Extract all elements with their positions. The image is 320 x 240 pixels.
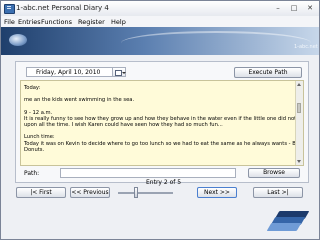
entry-date: Friday, April 10, 2010 — [36, 69, 101, 76]
previous-entry-button[interactable]: << Previous — [70, 187, 110, 198]
last-entry-button[interactable]: Last >| — [253, 187, 303, 198]
menu-file[interactable]: File — [4, 18, 15, 26]
execute-path-button[interactable]: Execute Path — [234, 67, 302, 78]
menu-functions[interactable]: Functions — [41, 18, 72, 26]
first-entry-button[interactable]: |< First — [16, 187, 66, 198]
path-input[interactable] — [60, 168, 236, 178]
scroll-up-icon[interactable] — [297, 83, 301, 86]
diary-app-icon — [4, 4, 15, 14]
text-scrollbar[interactable] — [295, 81, 303, 165]
diary-text-area[interactable]: Today: me an the kids went swimming in th… — [20, 80, 304, 166]
app-window: 1-abc.net Personal Diary 4 – □ ✕ File En… — [0, 0, 320, 240]
entry-counter: Entry 2 of 5 — [146, 179, 182, 186]
header-banner: 1-abc.net — [1, 27, 319, 55]
minimize-icon[interactable]: – — [272, 3, 284, 13]
window-title: 1-abc.net Personal Diary 4 — [16, 4, 109, 12]
maximize-icon[interactable]: □ — [288, 3, 300, 13]
close-icon[interactable]: ✕ — [304, 3, 316, 13]
stack-logo-icon — [263, 207, 310, 235]
menu-register[interactable]: Register — [78, 18, 105, 26]
diary-text-line: Today it was on Kevin to decide where to… — [24, 140, 304, 147]
title-bar[interactable]: 1-abc.net Personal Diary 4 – □ ✕ — [1, 1, 319, 17]
logo-layer — [266, 223, 302, 231]
next-entry-button[interactable]: Next >> — [197, 187, 237, 198]
browse-button[interactable]: Browse — [248, 168, 300, 178]
menu-help[interactable]: Help — [111, 18, 126, 26]
path-label: Path: — [24, 170, 40, 177]
banner-swoosh — [121, 31, 311, 55]
date-picker[interactable]: Friday, April 10, 2010 — [26, 67, 124, 77]
calendar-icon[interactable] — [112, 67, 126, 77]
menu-bar: File Entries Functions Register Help — [1, 16, 319, 27]
menu-entries[interactable]: Entries — [18, 18, 41, 26]
entry-panel: Friday, April 10, 2010 Execute Path Toda… — [15, 61, 309, 183]
scroll-thumb[interactable] — [297, 103, 301, 113]
diary-text-line: Donuts. — [24, 147, 45, 154]
entry-slider-thumb[interactable] — [134, 187, 138, 198]
scroll-down-icon[interactable] — [297, 160, 301, 163]
banner-logo-icon — [7, 31, 29, 49]
banner-brand: 1-abc.net — [294, 44, 318, 50]
diary-text: Today: me an the kids went swimming in th… — [24, 85, 304, 154]
entry-slider-track[interactable] — [118, 192, 173, 194]
